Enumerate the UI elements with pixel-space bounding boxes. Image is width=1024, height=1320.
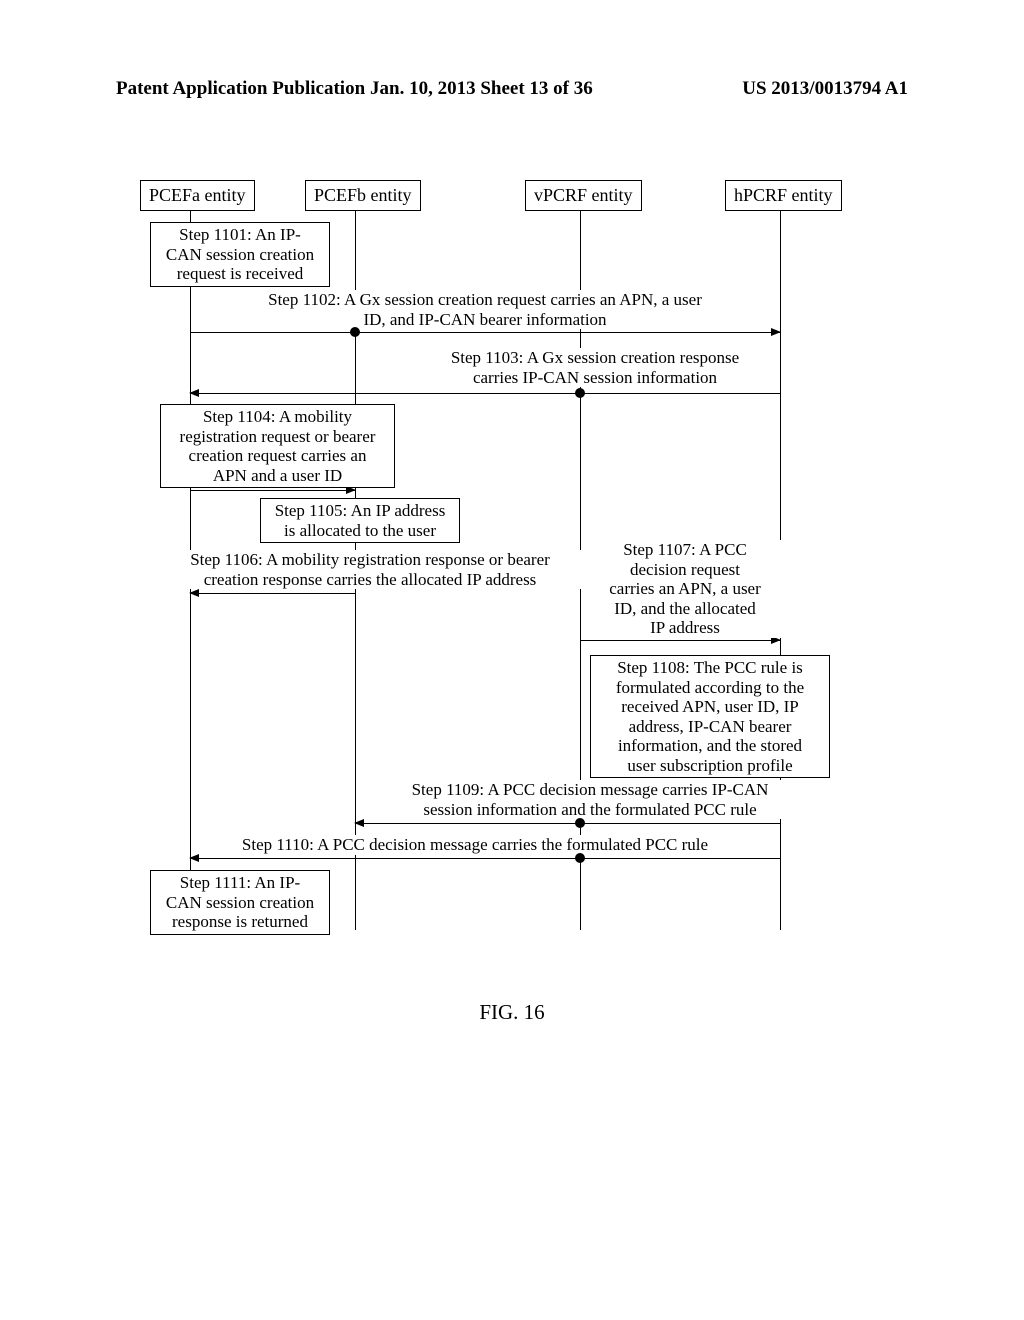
dot-1110 [575,853,585,863]
page: Patent Application Publication Jan. 10, … [0,0,1024,1320]
step-1102-arrow [190,332,780,333]
dot-1109 [575,818,585,828]
step-1108-box: Step 1108: The PCC rule isformulated acc… [590,655,830,778]
step-1110-arrow [190,858,780,859]
header-left: Patent Application Publication [116,78,365,100]
step-1103-label: Step 1103: A Gx session creation respons… [410,348,780,387]
step-1104-box: Step 1104: A mobilityregistration reques… [160,404,395,488]
step-1102-label: Step 1102: A Gx session creation request… [220,290,750,329]
entity-pcefb: PCEFb entity [305,180,421,211]
step-1107-label: Step 1107: A PCCdecision requestcarries … [585,540,785,638]
step-1107-arrow [580,640,780,641]
step-1111-box: Step 1111: An IP-CAN session creationres… [150,870,330,935]
entity-pcefa: PCEFa entity [140,180,255,211]
header-center: Jan. 10, 2013 Sheet 13 of 36 [370,78,593,100]
step-1103-arrow [190,393,780,394]
step-1105-box: Step 1105: An IP addressis allocated to … [260,498,460,543]
step-1110-label: Step 1110: A PCC decision message carrie… [215,835,735,855]
step-1106-arrow [190,593,355,594]
dot-1103 [575,388,585,398]
sequence-diagram: PCEFa entity PCEFb entity vPCRF entity h… [160,180,840,960]
step-1101-box: Step 1101: An IP-CAN session creationreq… [150,222,330,287]
step-1104-arrow [190,490,355,491]
step-1109-arrow [355,823,780,824]
entity-vpcrf: vPCRF entity [525,180,642,211]
entity-hpcrf: hPCRF entity [725,180,842,211]
step-1109-label: Step 1109: A PCC decision message carrie… [385,780,795,819]
header-right: US 2013/0013794 A1 [742,78,908,100]
step-1106-label: Step 1106: A mobility registration respo… [155,550,585,589]
dot-1102 [350,327,360,337]
figure-caption: FIG. 16 [0,1000,1024,1025]
